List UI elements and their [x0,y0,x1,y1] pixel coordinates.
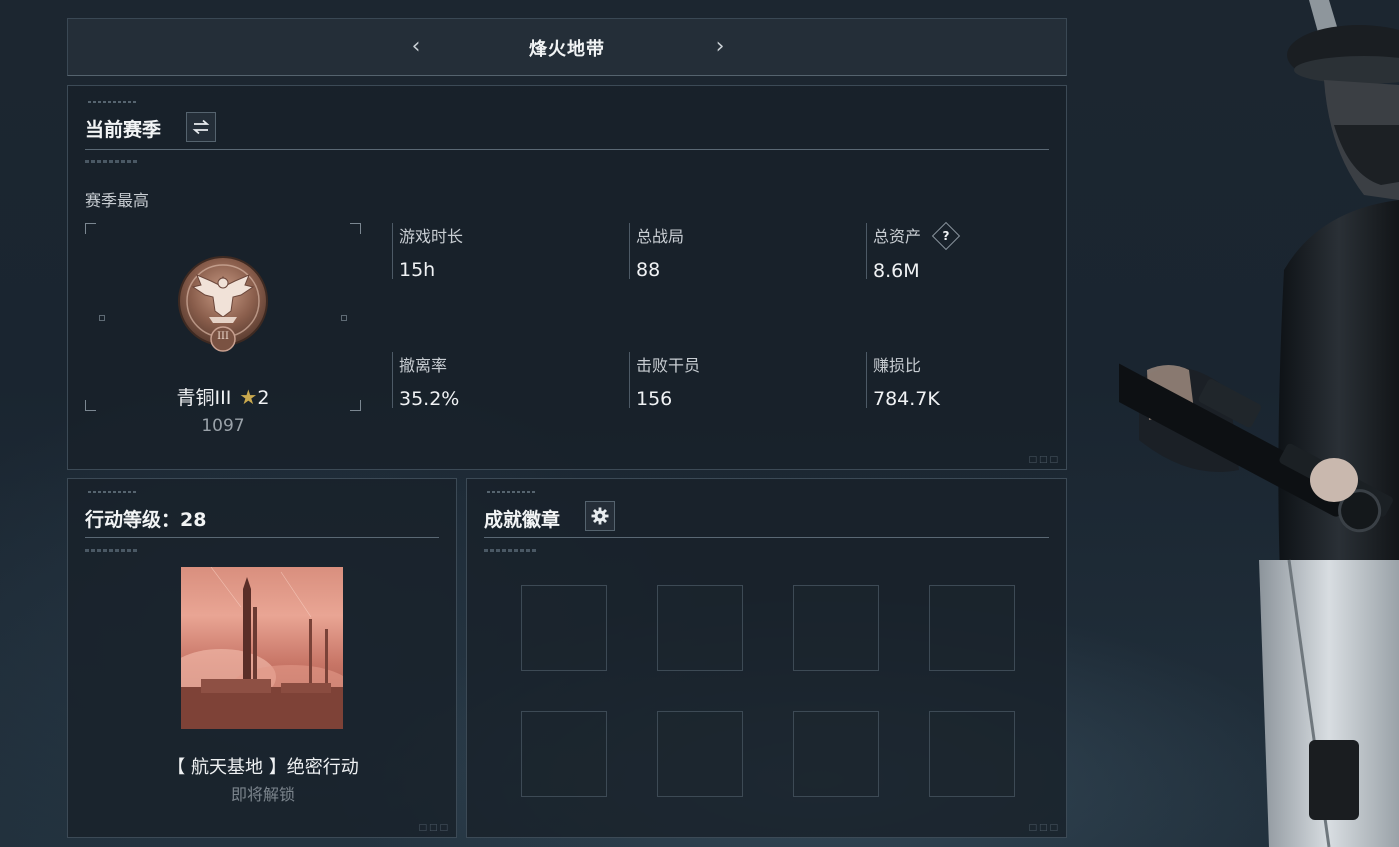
decor-label [88,491,138,493]
badge-slot[interactable] [929,585,1015,671]
operation-divider [85,537,439,538]
bronze-rank-emblem-icon [178,256,268,352]
badge-slot[interactable] [929,711,1015,797]
star-icon: ★ [239,385,258,409]
badge-slot[interactable] [657,585,743,671]
operation-panel: 行动等级：28 【 航天基地 】绝密行动 即将解锁 □□□ [67,478,457,838]
badge-slot[interactable] [521,585,607,671]
rank-name: 青铜III [176,387,232,409]
rank-points: 1097 [201,416,245,436]
rank-frame: III 青铜III ★2 [85,223,361,411]
stat-extraction-rate: 撤离率 35.2% [392,352,459,410]
stat-operators-defeated: 击败干员 156 [629,352,700,410]
achievements-settings-button[interactable] [585,501,615,531]
mission-name: 【 航天基地 】绝密行动 [167,757,359,778]
stat-profit-loss-ratio: 赚损比 784.7K [866,352,940,410]
next-mode-arrow-icon[interactable]: › [707,33,733,61]
help-icon[interactable]: ? [931,221,961,250]
decor-dots [85,160,137,163]
decor-dots [85,549,137,552]
swap-icon [192,119,210,135]
rank-emblem-numeral: III [217,331,229,342]
badge-slot[interactable] [521,711,607,797]
mode-title: 烽火地带 [529,39,605,60]
badge-slot[interactable] [793,585,879,671]
stat-total-assets: 总资产 ? 8.6M [866,221,961,282]
rank-name-row: 青铜III ★2 [85,383,361,410]
badge-slot[interactable] [793,711,879,797]
season-section-title: 当前赛季 [85,119,162,141]
season-best-label: 赛季最高 [85,191,150,210]
gear-icon [591,507,609,525]
achievements-title: 成就徽章 [484,509,561,531]
decor-squares: □□□ [418,823,450,833]
season-switch-button[interactable] [186,112,216,142]
achievements-panel: 成就徽章 □□□ [466,478,1067,838]
season-divider [85,149,1049,150]
stat-total-matches: 总战局 88 [629,223,684,281]
achievements-divider [484,537,1049,538]
rank-stars: 2 [257,387,270,409]
mode-title-bar: ‹ 烽火地带 › [67,18,1067,76]
decor-label [88,101,138,103]
decor-squares: □□□ [1028,455,1060,465]
season-panel: 当前赛季 赛季最高 III 青铜III ★2 1097 游戏时长 15h 总战局… [67,85,1067,470]
space-base-image-icon [181,567,343,729]
stat-play-time: 游戏时长 15h [392,223,463,281]
decor-squares: □□□ [1028,823,1060,833]
mission-thumbnail[interactable] [181,567,343,729]
decor-dots [484,549,536,552]
decor-label [487,491,537,493]
badge-slot[interactable] [657,711,743,797]
operation-level-title: 行动等级：28 [85,509,207,531]
mission-status: 即将解锁 [230,785,295,804]
operator-character-image [1119,0,1399,847]
